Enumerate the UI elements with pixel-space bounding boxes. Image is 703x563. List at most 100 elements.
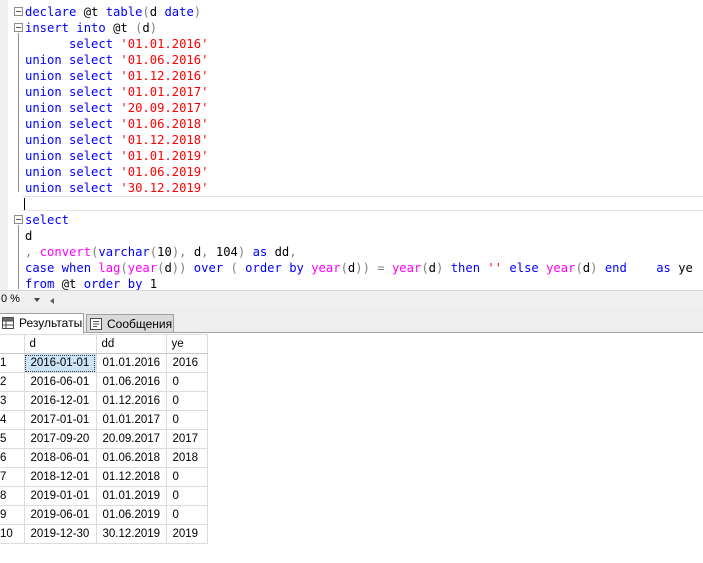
collapse-region-declare-icon[interactable] <box>14 7 23 16</box>
table-row[interactable]: 1 2016-01-01 01.01.2016 2016 <box>0 353 208 373</box>
table-row[interactable]: 2 2016-06-01 01.06.2016 0 <box>0 372 208 392</box>
cell-dd[interactable]: 01.06.2019 <box>96 505 167 525</box>
cell-d[interactable]: 2016-01-01 <box>24 353 97 373</box>
row-number[interactable]: 5 <box>0 429 25 449</box>
code-line[interactable]: insert into @t (d) <box>25 20 693 36</box>
table-row[interactable]: 10 2019-12-30 30.12.2019 2019 <box>0 524 208 544</box>
column-header-d[interactable]: d <box>24 334 97 354</box>
code-token: end <box>604 261 657 275</box>
table-row[interactable]: 4 2017-01-01 01.01.2017 0 <box>0 410 208 430</box>
table-row[interactable]: 3 2016-12-01 01.12.2016 0 <box>0 391 208 411</box>
cell-ye[interactable]: 2018 <box>166 448 208 468</box>
code-line[interactable]: from @t order by 1 <box>25 276 693 290</box>
row-header-corner[interactable] <box>0 334 25 354</box>
row-number[interactable]: 8 <box>0 486 25 506</box>
cell-d[interactable]: 2016-12-01 <box>24 391 97 411</box>
cell-ye[interactable]: 2017 <box>166 429 208 449</box>
cell-ye[interactable]: 0 <box>166 505 208 525</box>
code-line[interactable]: select <box>25 212 693 228</box>
column-header-ye[interactable]: ye <box>166 334 208 354</box>
grid-header-row: d dd ye <box>0 334 208 354</box>
cell-d[interactable]: 2018-12-01 <box>24 467 97 487</box>
code-line[interactable]: select '01.01.2016' <box>25 36 693 52</box>
cell-ye[interactable]: 2016 <box>166 353 208 373</box>
code-token: year <box>127 261 158 275</box>
cell-ye[interactable]: 0 <box>166 486 208 506</box>
editor-status-strip: 0 % <box>0 290 703 308</box>
cell-dd[interactable]: 20.09.2017 <box>96 429 167 449</box>
cell-d[interactable]: 2019-06-01 <box>24 505 97 525</box>
cell-dd[interactable]: 30.12.2019 <box>96 524 167 544</box>
code-line[interactable]: union select '01.12.2016' <box>25 68 693 84</box>
cell-dd[interactable]: 01.01.2016 <box>96 353 167 373</box>
code-line[interactable]: union select '01.06.2019' <box>25 164 693 180</box>
cell-d[interactable]: 2018-06-01 <box>24 448 97 468</box>
cell-ye[interactable]: 2019 <box>166 524 208 544</box>
code-token: ) <box>590 261 605 275</box>
code-token: '01.12.2018' <box>120 133 209 147</box>
tab-results[interactable]: Результаты <box>0 313 84 334</box>
code-line[interactable]: case when lag(year(d)) over ( order by y… <box>25 260 693 276</box>
cell-dd[interactable]: 01.06.2018 <box>96 448 167 468</box>
row-number[interactable]: 1 <box>0 353 25 373</box>
code-token: insert into <box>25 21 114 35</box>
cell-ye[interactable]: 0 <box>166 410 208 430</box>
code-token: )) = <box>355 261 392 275</box>
results-grid[interactable]: d dd ye 1 2016-01-01 01.01.2016 2016 2 2016-0… <box>0 334 208 544</box>
cell-ye[interactable]: 0 <box>166 391 208 411</box>
cell-ye[interactable]: 0 <box>166 372 208 392</box>
table-row[interactable]: 5 2017-09-20 20.09.2017 2017 <box>0 429 208 449</box>
code-token: @t <box>61 277 84 290</box>
table-row[interactable]: 7 2018-12-01 01.12.2018 0 <box>0 467 208 487</box>
row-number[interactable]: 6 <box>0 448 25 468</box>
code-line[interactable]: union select '01.06.2018' <box>25 116 693 132</box>
cell-dd[interactable]: 01.12.2018 <box>96 467 167 487</box>
code-line[interactable]: union select '20.09.2017' <box>25 100 693 116</box>
cell-dd[interactable]: 01.06.2016 <box>96 372 167 392</box>
table-row[interactable]: 8 2019-01-01 01.01.2019 0 <box>0 486 208 506</box>
sql-code[interactable]: declare @t table(d date) insert into @t (… <box>25 4 693 290</box>
code-token: 104 <box>215 245 238 259</box>
code-token: , <box>201 245 216 259</box>
code-token: as <box>656 261 679 275</box>
zoom-dropdown-arrow-icon[interactable] <box>34 298 40 302</box>
code-line[interactable]: union select '01.12.2018' <box>25 132 693 148</box>
code-line[interactable]: union select '01.01.2019' <box>25 148 693 164</box>
row-number[interactable]: 2 <box>0 372 25 392</box>
code-token: else <box>509 261 547 275</box>
row-number[interactable]: 3 <box>0 391 25 411</box>
tab-messages[interactable]: Сообщения <box>86 314 174 333</box>
row-number[interactable]: 10 <box>0 524 25 544</box>
table-row[interactable]: 9 2019-06-01 01.06.2019 0 <box>0 505 208 525</box>
code-line[interactable]: declare @t table(d date) <box>25 4 693 20</box>
code-line[interactable]: d <box>25 228 693 244</box>
cell-d[interactable]: 2019-01-01 <box>24 486 97 506</box>
code-token: declare <box>25 5 84 19</box>
column-header-dd[interactable]: dd <box>96 334 167 354</box>
cell-d[interactable]: 2016-06-01 <box>24 372 97 392</box>
code-line[interactable]: union select '30.12.2019' <box>25 180 693 196</box>
zoom-level[interactable]: 0 % <box>1 293 20 305</box>
code-line[interactable] <box>25 196 693 212</box>
code-line[interactable]: union select '01.06.2016' <box>25 52 693 68</box>
scroll-left-arrow-icon[interactable] <box>50 298 54 304</box>
row-number[interactable]: 9 <box>0 505 25 525</box>
cell-dd[interactable]: 01.12.2016 <box>96 391 167 411</box>
code-line[interactable]: union select '01.01.2017' <box>25 84 693 100</box>
cell-d[interactable]: 2019-12-30 <box>24 524 97 544</box>
code-token: as <box>252 245 275 259</box>
cell-dd[interactable]: 01.01.2017 <box>96 410 167 430</box>
collapse-region-select-icon[interactable] <box>14 215 23 224</box>
cell-dd[interactable]: 01.01.2019 <box>96 486 167 506</box>
code-token: '01.06.2019' <box>120 165 209 179</box>
query-editor[interactable]: declare @t table(d date) insert into @t (… <box>0 0 703 290</box>
table-row[interactable]: 6 2018-06-01 01.06.2018 2018 <box>0 448 208 468</box>
cell-ye[interactable]: 0 <box>166 467 208 487</box>
code-line[interactable]: , convert(varchar(10), d, 104) as dd, <box>25 244 693 260</box>
row-number[interactable]: 7 <box>0 467 25 487</box>
code-token: d <box>149 5 165 19</box>
collapse-region-insert-icon[interactable] <box>14 23 23 32</box>
row-number[interactable]: 4 <box>0 410 25 430</box>
cell-d[interactable]: 2017-09-20 <box>24 429 97 449</box>
cell-d[interactable]: 2017-01-01 <box>24 410 97 430</box>
